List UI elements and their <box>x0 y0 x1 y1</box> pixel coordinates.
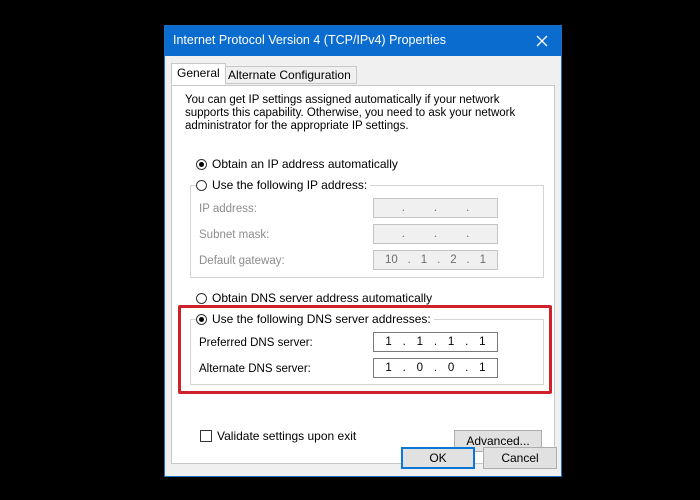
octet: 10 <box>384 254 398 266</box>
advanced-button-label: Advanced... <box>466 434 530 448</box>
validate-settings-label: Validate settings upon exit <box>217 429 357 443</box>
radio-button[interactable] <box>196 179 207 191</box>
use-following-dns-radio[interactable]: Use the following DNS server addresses: <box>196 312 434 326</box>
tab-general-label: General <box>177 66 220 80</box>
octet: 1 <box>385 336 392 348</box>
octet: 2 <box>450 254 457 266</box>
general-tab-panel: You can get IP settings assigned automat… <box>171 85 555 464</box>
tab-alternate-configuration[interactable]: Alternate Configuration <box>222 66 357 84</box>
use-following-ip-radio[interactable]: Use the following IP address: <box>196 178 371 192</box>
radio-button-checked[interactable] <box>196 313 207 325</box>
preferred-dns-field[interactable]: 1. 1. 1. 1 <box>373 332 498 352</box>
ip-address-field[interactable]: . . . <box>373 198 498 218</box>
title-bar[interactable]: Internet Protocol Version 4 (TCP/IPv4) P… <box>165 26 561 56</box>
dot: . <box>401 228 405 240</box>
dot: . <box>437 254 441 266</box>
validate-settings-checkbox[interactable] <box>200 430 212 442</box>
dot: . <box>433 336 438 348</box>
default-gateway-label: Default gateway: <box>199 255 285 267</box>
dot: . <box>466 254 470 266</box>
window-title: Internet Protocol Version 4 (TCP/IPv4) P… <box>173 33 447 47</box>
ipv4-properties-dialog: Internet Protocol Version 4 (TCP/IPv4) P… <box>164 25 562 477</box>
default-gateway-field[interactable]: 10. 1. 2. 1 <box>373 250 498 270</box>
ok-button[interactable]: OK <box>401 447 475 469</box>
octet: 1 <box>479 336 486 348</box>
dot: . <box>433 362 438 374</box>
tab-alternate-configuration-label: Alternate Configuration <box>228 68 351 82</box>
octet: 1 <box>447 336 455 348</box>
dot: . <box>465 336 469 348</box>
dot: . <box>402 362 406 374</box>
dot: . <box>402 336 406 348</box>
use-following-ip-label: Use the following IP address: <box>212 178 368 192</box>
obtain-ip-auto-label: Obtain an IP address automatically <box>212 157 398 171</box>
close-button[interactable] <box>523 26 561 56</box>
octet: 0 <box>447 362 455 374</box>
radio-button[interactable] <box>196 292 207 304</box>
close-icon <box>536 35 548 47</box>
obtain-dns-auto-radio[interactable]: Obtain DNS server address automatically <box>196 291 432 305</box>
alternate-dns-field[interactable]: 1. 0. 0. 1 <box>373 358 498 378</box>
use-following-dns-label: Use the following DNS server addresses: <box>212 312 431 326</box>
dot: . <box>466 202 470 214</box>
subnet-mask-label: Subnet mask: <box>199 229 270 241</box>
dot: . <box>407 254 411 266</box>
ip-address-label: IP address: <box>199 203 257 215</box>
dot: . <box>466 228 470 240</box>
dot: . <box>433 202 438 214</box>
octet: 1 <box>479 254 487 266</box>
obtain-dns-auto-label: Obtain DNS server address automatically <box>212 291 433 305</box>
validate-settings-checkbox-row[interactable]: Validate settings upon exit <box>200 429 356 443</box>
octet: 1 <box>479 362 486 374</box>
dot: . <box>401 202 405 214</box>
radio-button-checked[interactable] <box>196 158 207 170</box>
octet: 1 <box>420 254 428 266</box>
cancel-button[interactable]: Cancel <box>483 447 557 469</box>
description-text: You can get IP settings assigned automat… <box>185 94 516 132</box>
tab-general[interactable]: General <box>171 63 226 85</box>
obtain-ip-auto-radio[interactable]: Obtain an IP address automatically <box>196 157 398 171</box>
subnet-mask-field[interactable]: . . . <box>373 224 498 244</box>
octet: 1 <box>385 362 392 374</box>
cancel-button-label: Cancel <box>501 451 539 465</box>
ok-button-label: OK <box>429 451 447 465</box>
alternate-dns-label: Alternate DNS server: <box>199 363 311 375</box>
dot: . <box>465 362 469 374</box>
octet: 0 <box>416 362 424 374</box>
preferred-dns-label: Preferred DNS server: <box>199 337 313 349</box>
octet: 1 <box>416 336 424 348</box>
dot: . <box>433 228 438 240</box>
